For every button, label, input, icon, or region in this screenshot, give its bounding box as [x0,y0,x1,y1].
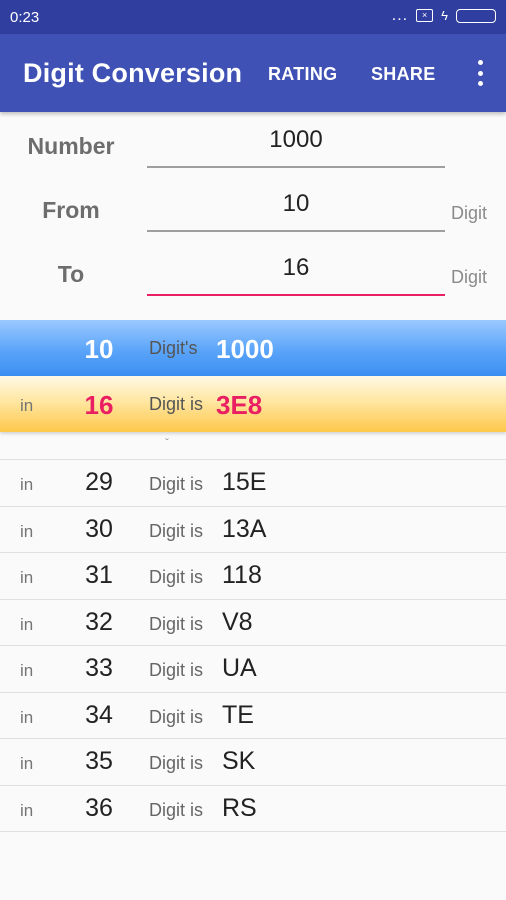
row-mid-label: Digit is [149,567,204,587]
target-result: 3E8 [216,390,263,420]
row-mid-label: Digit is [149,520,204,541]
from-row: From 10 Digit [0,180,506,240]
row-mid-label: Digit is [149,799,204,820]
app-title: Digit Conversion [23,58,243,88]
list-item[interactable]: in 36 Digit is RS [0,786,506,832]
target-mid-label: Digit is [149,394,204,414]
row-mid-label: Digit is [149,706,204,727]
share-button[interactable]: SHARE [371,64,436,85]
target-prefix: in [20,396,34,415]
row-prefix: in [20,568,34,587]
battery-icon [456,8,496,23]
row-result: 118 [222,561,262,589]
source-base: 10 [84,334,114,364]
row-prefix: in [20,614,34,634]
row-result: UA [222,654,257,682]
number-label: Number [27,133,115,159]
to-input[interactable]: 16 [147,244,445,296]
list-item[interactable]: in 32 Digit is V8 [0,600,506,646]
row-prefix: in [20,707,34,727]
row-prefix: in [20,800,34,820]
target-base: 16 [84,390,114,420]
app-bar: Digit Conversion RATING SHARE [0,34,506,112]
row-base: 32 [85,607,113,636]
rating-button[interactable]: RATING [268,64,337,85]
number-input[interactable]: 1000 [147,116,445,168]
more-vert-icon[interactable] [476,60,484,86]
row-base: 36 [85,793,113,822]
status-bar: 0:23 ... × ϟ [0,0,506,34]
source-value-band: 10 Digit's 1000 [0,320,506,376]
row-result: 15E [222,468,267,496]
row-mid-label: Digit is [149,660,204,680]
status-time: 0:23 [10,9,40,26]
list-item: ˇ [0,432,506,460]
row-base: 30 [85,514,113,543]
row-mid-label: Digit is [149,753,204,773]
partial-row-text: ˇ [165,436,169,450]
from-input[interactable]: 10 [147,180,445,232]
row-result: 13A [222,514,267,543]
to-label: To [57,261,85,287]
row-mid-label: Digit is [149,474,204,494]
source-result: 1000 [216,334,274,364]
row-result: V8 [222,607,253,636]
row-prefix: in [20,521,34,541]
source-mid-label: Digit's [149,338,198,358]
row-result: SK [222,747,256,775]
list-item[interactable]: in 33 Digit is UA [0,646,506,693]
row-result: RS [222,793,257,822]
conversion-list[interactable]: ˇ in 29 Digit is 15E in 30 Digit is 13A in 31 Digi… [0,432,506,832]
to-row: To 16 Digit [0,244,506,304]
row-base: 34 [85,700,113,729]
row-mid-label: Digit is [149,613,204,634]
charging-icon: ϟ [441,8,448,23]
list-item[interactable]: in 31 Digit is 118 [0,553,506,600]
row-prefix: in [20,661,34,680]
from-unit: Digit [451,203,488,223]
status-icons: ... × ϟ [391,6,496,24]
target-result-band: in 16 Digit is 3E8 [0,376,506,432]
row-base: 31 [85,561,113,589]
list-item[interactable]: in 30 Digit is 13A [0,507,506,553]
row-base: 29 [85,468,113,496]
list-item[interactable]: in 34 Digit is TE [0,693,506,739]
row-prefix: in [20,754,34,773]
from-label: From [42,197,100,223]
number-row: Number 1000 [0,116,506,176]
signal-icon: ... [391,6,409,24]
row-result: TE [222,700,254,729]
list-item[interactable]: in 35 Digit is SK [0,739,506,786]
row-base: 33 [85,654,113,682]
no-sim-icon: × [416,9,434,22]
list-item[interactable]: in 29 Digit is 15E [0,460,506,507]
row-base: 35 [85,747,113,775]
row-prefix: in [20,475,34,494]
to-unit: Digit [451,267,488,287]
